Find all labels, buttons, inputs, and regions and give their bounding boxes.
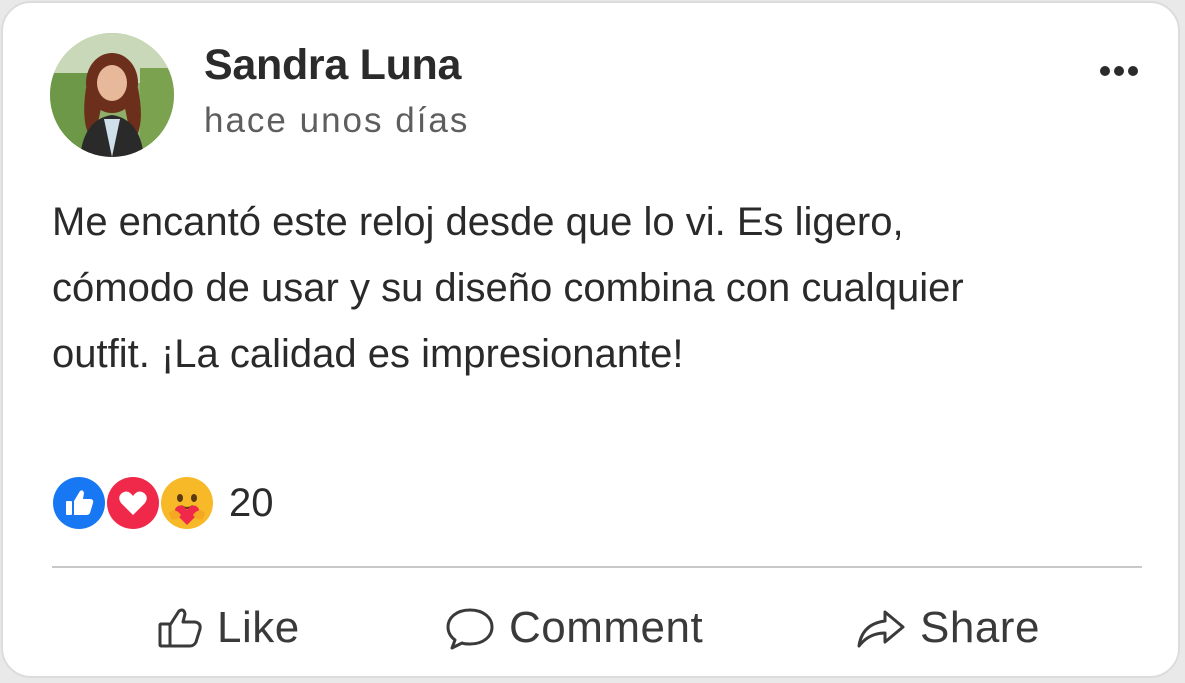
post-text-line: cómodo de usar y su diseño combina con c… [52, 266, 964, 310]
like-button[interactable]: Like [155, 598, 300, 658]
comment-label: Comment [509, 603, 704, 652]
more-horizontal-icon [1100, 66, 1138, 76]
reaction-count: 20 [229, 480, 274, 525]
post-text-line: outfit. ¡La calidad es impresionante! [52, 332, 684, 376]
post-timestamp[interactable]: hace unos días [204, 101, 469, 141]
actions-divider [52, 566, 1142, 568]
thumbs-up-icon [158, 608, 202, 648]
share-label: Share [920, 603, 1040, 652]
like-label: Like [217, 603, 300, 652]
more-options-button[interactable] [1095, 59, 1143, 83]
comment-button[interactable]: Comment [443, 598, 703, 658]
post-body: Me encantó este reloj desde que lo vi. E… [52, 189, 1142, 387]
author-name[interactable]: Sandra Luna [204, 41, 461, 90]
share-arrow-icon [857, 610, 905, 648]
post-text-line: Me encantó este reloj desde que lo vi. E… [52, 200, 904, 244]
like-reaction-icon [51, 475, 107, 531]
love-reaction-icon [105, 475, 161, 531]
avatar-photo-icon [50, 33, 174, 157]
share-button[interactable]: Share [854, 598, 1040, 658]
reactions-summary[interactable]: 20 [51, 475, 274, 531]
post-card: Sandra Luna hace unos días Me encantó es… [1, 1, 1180, 678]
care-reaction-icon [159, 475, 215, 531]
comment-bubble-icon [446, 608, 494, 650]
author-avatar[interactable] [50, 33, 174, 157]
